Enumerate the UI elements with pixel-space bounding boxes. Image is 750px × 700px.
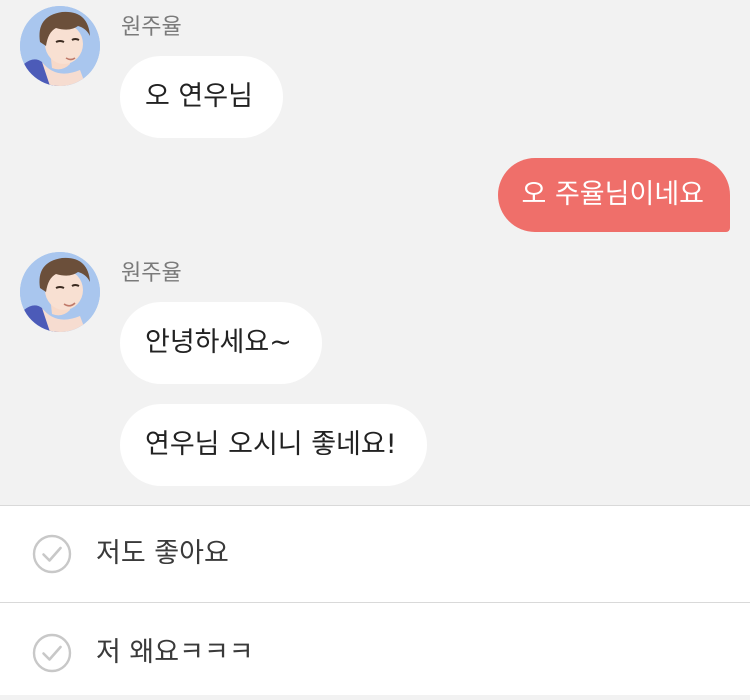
- check-circle-icon: [32, 633, 72, 673]
- reply-option-label: 저 왜요ㅋㅋㅋ: [96, 637, 254, 668]
- contact-avatar[interactable]: [20, 252, 100, 332]
- sender-name: 원주율: [121, 261, 182, 286]
- message-bubble-outgoing: 오 주율님이네요: [497, 158, 730, 232]
- message-bubble-incoming: 오 연우님: [120, 56, 283, 138]
- character-portrait-icon: [20, 6, 100, 86]
- character-portrait-icon: [20, 252, 100, 332]
- reply-options-panel: 저도 좋아요 저 왜요ㅋㅋㅋ: [0, 505, 750, 695]
- reply-option[interactable]: 저 왜요ㅋㅋㅋ: [0, 602, 750, 700]
- contact-avatar[interactable]: [20, 6, 100, 86]
- message-bubble-incoming: 안녕하세요~: [120, 302, 322, 384]
- reply-option[interactable]: 저도 좋아요: [0, 506, 750, 603]
- message-bubble-incoming: 연우님 오시니 좋네요!: [120, 404, 427, 486]
- check-circle-icon: [32, 534, 72, 574]
- sender-name: 원주율: [121, 15, 182, 40]
- reply-option-label: 저도 좋아요: [96, 538, 229, 569]
- chat-area: 원주율 오 연우님 오 주율님이네요 원주율 안녕하세요~ 연우님 오시니 좋네…: [0, 0, 750, 505]
